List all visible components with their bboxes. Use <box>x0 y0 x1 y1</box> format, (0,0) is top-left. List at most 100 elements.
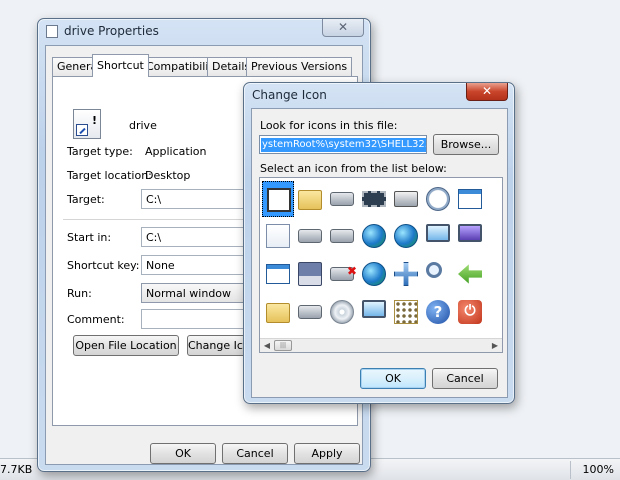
ok-button[interactable]: OK <box>360 368 426 389</box>
icon-option[interactable]: ? <box>422 294 454 330</box>
zoom-level[interactable]: 100% <box>583 463 614 476</box>
cancel-button[interactable]: Cancel <box>222 443 288 464</box>
network-drive-icon <box>330 229 354 243</box>
icon-option[interactable] <box>358 294 390 330</box>
button-label: Open File Location <box>75 339 177 352</box>
close-button[interactable]: ✕ <box>466 83 508 101</box>
button-label: Apply <box>311 447 343 460</box>
button-label: OK <box>385 372 401 385</box>
properties-window-icon <box>46 25 58 38</box>
button-label: Cancel <box>236 447 274 460</box>
network-globe-icon <box>394 224 418 248</box>
disc-drive-icon <box>298 305 322 319</box>
change-icon-titlebar[interactable]: Change Icon ✕ <box>244 83 514 107</box>
open-file-location-button[interactable]: Open File Location <box>73 335 179 356</box>
monitor-icon <box>458 224 482 242</box>
icon-option[interactable] <box>262 181 294 217</box>
icon-option[interactable] <box>486 294 502 330</box>
icon-option[interactable] <box>326 294 358 330</box>
icon-option[interactable] <box>486 181 502 217</box>
button-label: Browse... <box>440 138 492 151</box>
window-title: Change Icon <box>252 88 327 102</box>
icon-option[interactable] <box>326 218 358 254</box>
target-location-label: Target location: <box>67 169 152 182</box>
networked-monitor-icon <box>362 300 386 318</box>
icon-option[interactable] <box>422 181 454 217</box>
icon-option[interactable] <box>262 256 294 292</box>
clock-document-icon <box>426 187 450 211</box>
control-panel-grid-icon <box>394 300 418 324</box>
tab-shortcut[interactable]: Shortcut <box>92 54 149 77</box>
icon-option[interactable] <box>454 256 486 292</box>
horizontal-scrollbar[interactable]: ◀ ||| ▶ <box>260 338 502 352</box>
shortcut-key-input-value: None <box>146 259 175 272</box>
scroll-thumb[interactable]: ||| <box>274 340 292 351</box>
recycle-arrow-icon <box>458 264 482 284</box>
shortcut-name: drive <box>129 119 157 132</box>
document-icon <box>266 224 290 248</box>
icon-option[interactable] <box>486 256 502 292</box>
server-drive-icon <box>298 229 322 243</box>
icon-option[interactable] <box>294 294 326 330</box>
control-panel-icon <box>426 224 450 242</box>
target-type-label: Target type: <box>67 145 133 158</box>
properties-titlebar[interactable]: drive Properties ✕ <box>38 19 370 43</box>
look-for-label: Look for icons in this file: <box>260 119 398 132</box>
tab-previous-versions[interactable]: Previous Versions <box>246 57 353 76</box>
button-label: OK <box>175 447 191 460</box>
close-button[interactable]: ✕ <box>322 19 364 37</box>
start-in-label: Start in: <box>67 231 112 244</box>
status-divider <box>570 461 571 479</box>
icon-option[interactable] <box>486 218 502 254</box>
icon-option[interactable] <box>358 256 390 292</box>
globe-drive-icon <box>362 262 386 286</box>
icon-option[interactable] <box>422 256 454 292</box>
icon-option[interactable] <box>294 181 326 217</box>
application-window-icon <box>267 188 291 212</box>
shortcut-key-label: Shortcut key: <box>67 259 140 272</box>
icon-option[interactable] <box>262 294 294 330</box>
tab-label: Shortcut <box>97 59 144 72</box>
icon-option[interactable] <box>454 181 486 217</box>
icon-option[interactable] <box>326 256 358 292</box>
comment-label: Comment: <box>67 313 125 326</box>
shortcut-file-icon: ! <box>73 109 101 139</box>
icon-file-path-input[interactable]: ystemRoot%\system32\SHELL32.dll <box>259 135 427 154</box>
icon-option[interactable] <box>390 256 422 292</box>
memory-chip-icon <box>362 191 386 207</box>
target-location-value: Desktop <box>145 169 191 182</box>
icon-list[interactable]: ? ⏻ ◀ ||| ▶ <box>259 177 503 353</box>
run-label: Run: <box>67 287 92 300</box>
icon-option[interactable] <box>454 218 486 254</box>
printer-icon <box>394 191 418 207</box>
tab-label: Previous Versions <box>251 60 348 73</box>
run-select-value: Normal window <box>146 287 232 300</box>
icon-option[interactable] <box>262 218 294 254</box>
scroll-left-icon[interactable]: ◀ <box>260 339 274 352</box>
network-computers-icon <box>394 262 418 286</box>
floppy-drive-icon <box>298 262 322 286</box>
icon-option[interactable] <box>390 181 422 217</box>
icon-option[interactable]: ⏻ <box>454 294 486 330</box>
scroll-right-icon[interactable]: ▶ <box>488 339 502 352</box>
icon-option[interactable] <box>422 218 454 254</box>
target-label: Target: <box>67 193 105 206</box>
button-label: Cancel <box>446 372 484 385</box>
close-icon: ✕ <box>337 20 349 34</box>
icon-option[interactable] <box>326 181 358 217</box>
icon-option[interactable] <box>358 181 390 217</box>
icon-option[interactable] <box>390 294 422 330</box>
browse-button[interactable]: Browse... <box>433 134 499 155</box>
cancel-button[interactable]: Cancel <box>432 368 498 389</box>
icon-option[interactable] <box>358 218 390 254</box>
ok-button[interactable]: OK <box>150 443 216 464</box>
icon-option[interactable] <box>294 256 326 292</box>
apply-button[interactable]: Apply <box>294 443 360 464</box>
folder-icon <box>266 303 290 323</box>
cd-disc-icon <box>330 300 354 324</box>
icon-option[interactable] <box>390 218 422 254</box>
help-icon: ? <box>426 300 450 324</box>
network-window-icon <box>458 189 482 209</box>
icon-option[interactable] <box>294 218 326 254</box>
window-icon <box>266 264 290 284</box>
